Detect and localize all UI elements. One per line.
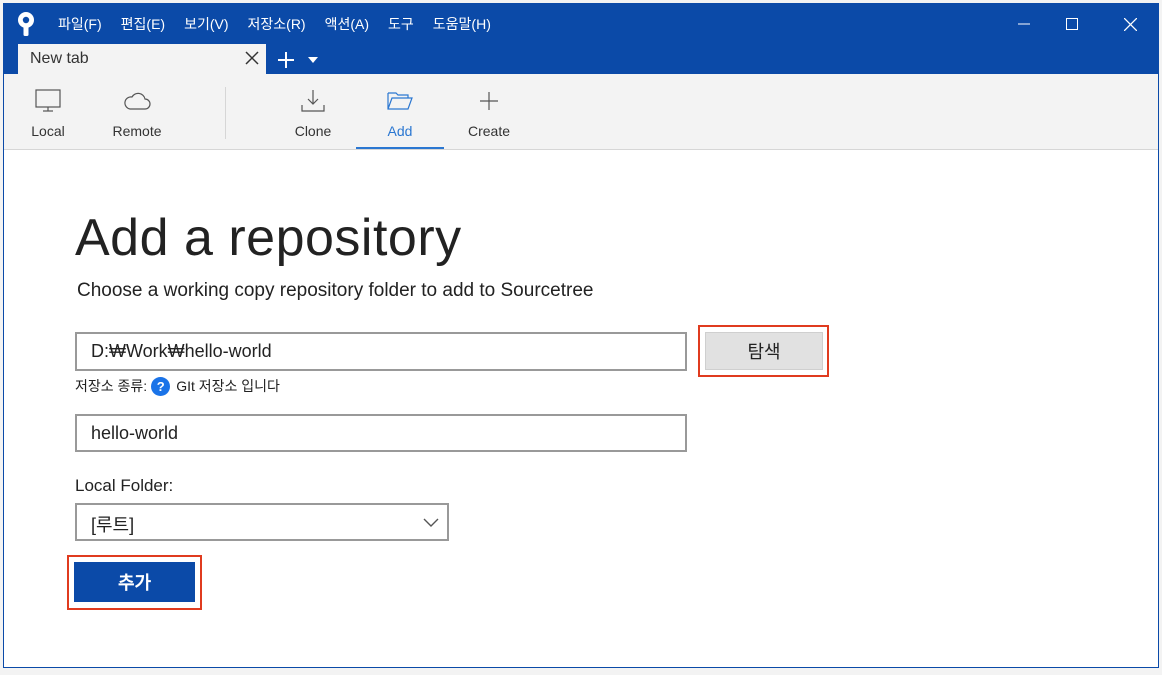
close-window-button[interactable] [1117, 11, 1143, 37]
sourcetree-window: 파일(F) 편집(E) 보기(V) 저장소(R) 액션(A) 도구 도움말(H)… [3, 3, 1159, 668]
toolbar-clone-button[interactable]: Clone [284, 74, 342, 150]
menu-repository[interactable]: 저장소(R) [248, 15, 315, 33]
toolbar-create-button[interactable]: Create [460, 74, 518, 150]
menu-view[interactable]: 보기(V) [184, 15, 237, 33]
tab-close-icon[interactable] [244, 50, 260, 66]
close-icon [1123, 17, 1137, 31]
toolbar-clone-label: Clone [294, 123, 332, 139]
local-folder-value: [루트] [91, 515, 135, 535]
repository-path-input[interactable]: D:₩Work₩hello-world [75, 332, 687, 371]
new-tab-button[interactable] [272, 46, 300, 74]
minimize-button[interactable] [1011, 11, 1037, 37]
toolbar-remote-label: Remote [112, 123, 162, 139]
minimize-icon [1018, 23, 1030, 25]
menu-actions[interactable]: 액션(A) [325, 15, 378, 33]
toolbar-local-label: Local [31, 123, 65, 139]
add-button[interactable]: 추가 [74, 562, 195, 602]
toolbar: Local Remote Clone Add Create [4, 74, 1158, 150]
toolbar-local-button[interactable]: Local [20, 74, 76, 150]
tab-title: New tab [30, 50, 89, 67]
monitor-icon [35, 89, 61, 112]
menu-help[interactable]: 도움말(H) [433, 15, 500, 33]
menu-bar: 파일(F) 편집(E) 보기(V) 저장소(R) 액션(A) 도구 도움말(H) [58, 15, 510, 33]
local-folder-label: Local Folder: [75, 476, 174, 495]
repository-type-value: GIt 저장소 입니다 [176, 378, 280, 394]
sourcetree-logo-icon [18, 12, 34, 36]
add-repository-panel: Add a repository Choose a working copy r… [4, 150, 1158, 667]
plus-icon [278, 52, 294, 68]
bookmark-name-input[interactable]: hello-world [75, 414, 687, 452]
local-folder-select[interactable]: [루트] [75, 503, 449, 541]
download-icon [301, 90, 325, 112]
toolbar-separator [225, 87, 226, 139]
tab-new-tab[interactable]: New tab [18, 44, 266, 74]
maximize-button[interactable] [1059, 11, 1085, 37]
repository-type-label: 저장소 종류: [75, 378, 148, 394]
title-bar: 파일(F) 편집(E) 보기(V) 저장소(R) 액션(A) 도구 도움말(H)… [4, 4, 1158, 74]
menu-file[interactable]: 파일(F) [58, 15, 111, 33]
question-icon: ? [151, 376, 171, 396]
repository-type-info: 저장소 종류: ? GIt 저장소 입니다 [75, 376, 280, 396]
page-title: Add a repository [75, 209, 462, 267]
chevron-down-icon [423, 518, 439, 527]
toolbar-create-label: Create [467, 123, 511, 139]
tab-strip: New tab [18, 44, 324, 74]
plus-icon [480, 92, 498, 110]
menu-tools[interactable]: 도구 [388, 15, 423, 33]
toolbar-remote-button[interactable]: Remote [102, 74, 172, 150]
tab-list-button[interactable] [302, 46, 324, 74]
maximize-icon [1066, 18, 1078, 30]
toolbar-add-label: Add [387, 123, 413, 139]
browse-button[interactable]: 탐색 [705, 332, 823, 370]
folder-open-icon [387, 92, 413, 110]
menu-edit[interactable]: 편집(E) [121, 15, 174, 33]
page-subtitle: Choose a working copy repository folder … [77, 280, 594, 301]
caret-down-icon [308, 57, 318, 63]
cloud-icon [124, 92, 151, 110]
toolbar-add-button[interactable]: Add [356, 74, 444, 150]
